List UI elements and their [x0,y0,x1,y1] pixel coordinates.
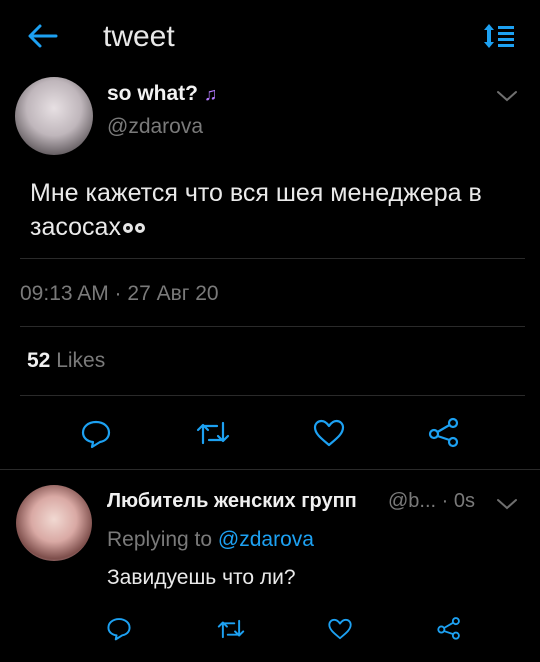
like-icon [328,618,352,640]
like-icon [313,419,345,447]
chevron-down-icon [497,91,517,102]
likes-label: Likes [56,349,106,372]
sort-button[interactable] [482,20,518,52]
reply-button[interactable] [80,417,112,449]
reply-text: Завидуешь что ли? [107,566,296,589]
author-handle[interactable]: @zdarova [107,115,203,139]
music-notes-icon: ♫ [203,84,218,104]
reply-menu-button[interactable] [495,496,519,512]
retweet-icon [196,421,230,445]
tweet-menu-button[interactable] [495,88,519,104]
divider [20,326,525,327]
likes-count[interactable]: 52 Likes [27,349,105,373]
replying-mention[interactable]: @zdarova [218,528,314,551]
divider [0,469,540,470]
divider [20,258,525,259]
reply-avatar[interactable] [16,485,92,561]
reply-icon [81,420,111,449]
reply-like-button[interactable] [327,617,353,641]
likes-number: 52 [27,349,51,372]
share-icon [437,617,460,640]
reply-reply-button[interactable] [106,615,132,641]
replying-to: Replying to @zdarova [107,528,314,552]
page-title: tweet [103,20,175,53]
share-button[interactable] [427,416,461,448]
chevron-down-icon [497,499,517,510]
tweet-timestamp: 09:13 AM · 27 Авг 20 [20,282,219,305]
back-button[interactable] [26,22,60,50]
reply-author-name[interactable]: Любитель женских групп [107,490,357,513]
divider [20,395,525,396]
reply-share-button[interactable] [436,615,462,641]
tweet-text-body: Мне кажется что вся шея менеджера в засо… [30,179,482,241]
avatar[interactable] [15,77,93,155]
retweet-button[interactable] [195,417,231,449]
author-name-text: so what? [107,82,199,105]
sort-icon [484,24,514,48]
retweet-icon [217,619,245,639]
reply-retweet-button[interactable] [216,616,246,642]
like-button[interactable] [312,418,346,448]
back-arrow-icon [28,24,58,48]
replying-prefix: Replying to [107,528,213,551]
eyes-icon [121,213,145,241]
author-name[interactable]: so what? ♫ [107,82,217,106]
tweet-text: Мне кажется что вся шея менеджера в засо… [30,176,520,244]
reply-handle-time[interactable]: @b... · 0s [388,490,475,513]
reply-icon [107,618,131,641]
share-icon [428,417,459,448]
